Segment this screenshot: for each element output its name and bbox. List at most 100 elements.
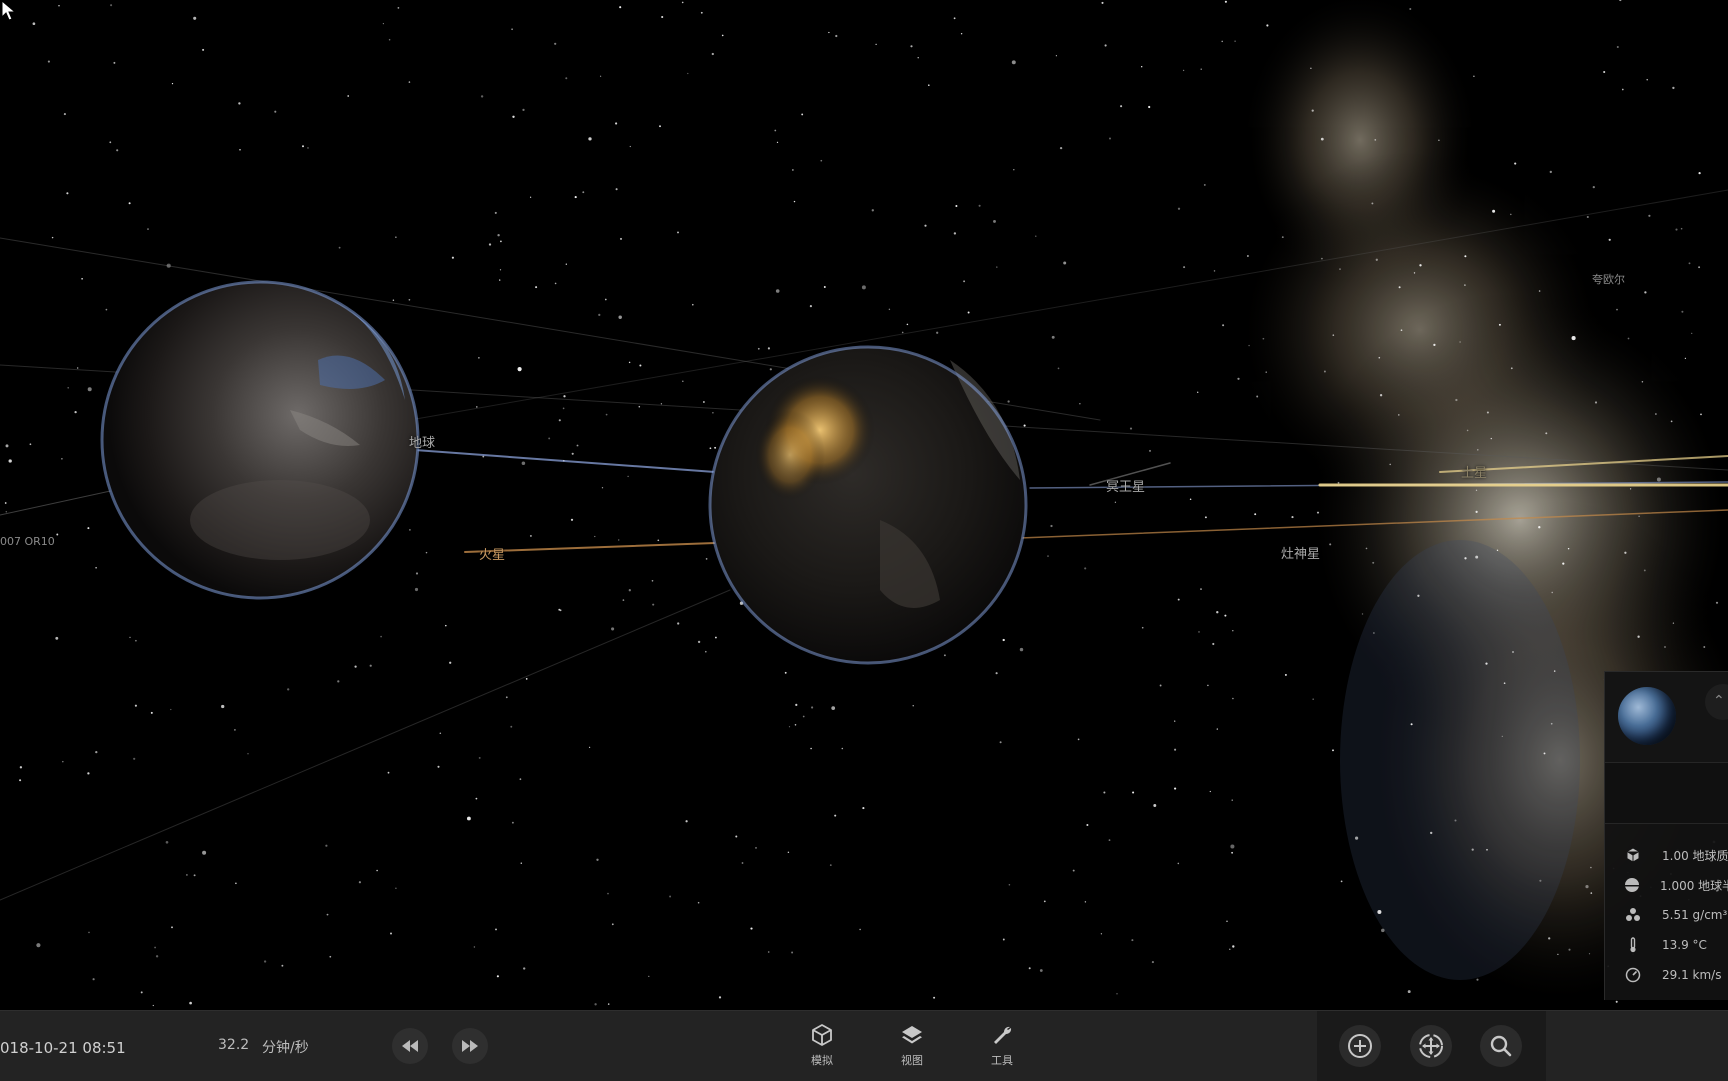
star [1209, 790, 1211, 793]
star [58, 4, 60, 7]
tab-tools-label: 工具 [991, 1054, 1013, 1067]
star [1675, 228, 1678, 231]
add-object-button[interactable] [1339, 1025, 1381, 1067]
star [594, 535, 596, 538]
star [5, 511, 8, 513]
star [494, 211, 497, 214]
star [1059, 146, 1063, 150]
star [1323, 370, 1326, 373]
fast-forward-button[interactable] [452, 1028, 488, 1064]
star [61, 457, 63, 460]
time-rate-value[interactable]: 32.2 [218, 1037, 249, 1053]
star [1174, 748, 1177, 751]
star [705, 650, 707, 653]
star [1398, 286, 1401, 289]
star [1680, 227, 1683, 230]
star [511, 28, 513, 31]
star [705, 558, 708, 560]
star [113, 61, 116, 64]
star [1216, 611, 1219, 614]
label-earth[interactable]: 地球 [409, 432, 435, 451]
star [1316, 511, 1320, 514]
star [133, 757, 136, 760]
star [1086, 823, 1089, 827]
star [1174, 787, 1177, 790]
star [1291, 516, 1294, 519]
star [47, 60, 50, 63]
star [1197, 391, 1199, 393]
star [1203, 183, 1206, 186]
star [1684, 357, 1687, 360]
star [769, 368, 772, 371]
tab-view[interactable]: 视图 [882, 1021, 942, 1068]
star [32, 22, 36, 26]
star [302, 145, 304, 148]
star [307, 147, 309, 149]
star [475, 797, 478, 800]
star [1226, 920, 1228, 922]
tab-simulate[interactable]: 模拟 [792, 1021, 852, 1068]
star [1129, 427, 1133, 430]
star [1459, 341, 1461, 343]
star [496, 975, 499, 978]
star [55, 636, 59, 640]
star [1476, 978, 1479, 981]
star [741, 862, 744, 864]
label-asteroid[interactable]: 007 OR10 [0, 535, 55, 548]
label-saturn[interactable]: 土星 [1461, 462, 1487, 481]
star [622, 599, 625, 601]
star [1486, 411, 1489, 414]
star [828, 31, 830, 34]
star [714, 446, 717, 449]
star [510, 725, 513, 728]
star [135, 639, 137, 642]
fast-forward-icon [462, 1040, 478, 1052]
star [1510, 213, 1512, 216]
object-info-panel: ⌃ 1.00 地球质 1.000 地球半 5.51 g/cm³ 13.9 °C [1604, 671, 1728, 1000]
star [598, 313, 601, 317]
earth-thumbnail[interactable] [1618, 687, 1676, 745]
star [1262, 337, 1265, 340]
tab-simulate-label: 模拟 [811, 1054, 833, 1067]
star [1543, 752, 1546, 755]
star [409, 529, 411, 531]
star [1496, 549, 1499, 551]
star [499, 279, 501, 281]
star [1177, 598, 1180, 601]
star [835, 34, 838, 38]
label-kuiper-object[interactable]: 夸欧尔 [1592, 271, 1625, 287]
star [1551, 591, 1553, 594]
recenter-button[interactable] [1410, 1025, 1452, 1067]
chevron-up-icon[interactable]: ⌃ [1705, 684, 1728, 720]
star [548, 437, 551, 440]
tab-tools[interactable]: 工具 [972, 1021, 1032, 1068]
star [1371, 202, 1374, 205]
star [165, 840, 169, 844]
time-rate-unit[interactable]: 分钟/秒 [262, 1037, 309, 1057]
label-pluto[interactable]: 冥王星 [1106, 476, 1145, 495]
add-circle-icon [1348, 1034, 1372, 1058]
star [943, 654, 946, 657]
star [1177, 207, 1181, 210]
star [1700, 413, 1702, 416]
simulation-datetime[interactable]: 018-10-21 08:51 [0, 1039, 126, 1057]
star [87, 527, 90, 530]
star [1373, 632, 1375, 634]
rewind-button[interactable] [392, 1028, 428, 1064]
star [554, 282, 557, 285]
label-ceres[interactable]: 灶神星 [1281, 543, 1320, 562]
star [960, 32, 963, 35]
star [480, 95, 484, 98]
density-value: 5.51 g/cm³ [1662, 908, 1728, 922]
space-viewport[interactable]: 地球 火星 冥王星 土星 灶神星 夸欧尔 007 OR10 [0, 0, 1728, 1010]
star [358, 881, 361, 884]
star [659, 125, 661, 128]
search-button[interactable] [1480, 1025, 1522, 1067]
star [1339, 268, 1341, 270]
star [963, 280, 966, 283]
star [1464, 284, 1466, 286]
star [910, 45, 913, 48]
label-mars[interactable]: 火星 [479, 544, 505, 563]
star [129, 636, 131, 639]
thermometer-icon [1624, 936, 1642, 954]
